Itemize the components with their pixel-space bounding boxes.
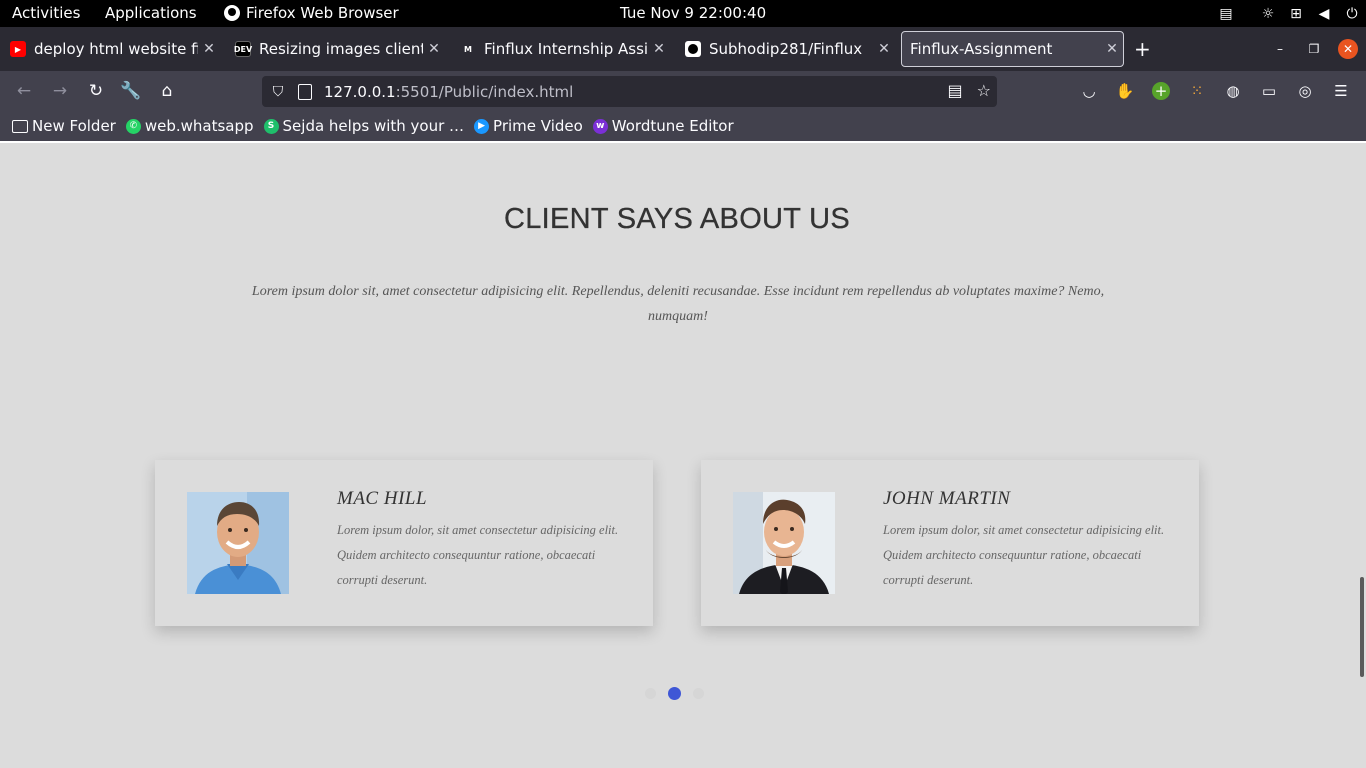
cookie-icon[interactable]: ◍ <box>1222 80 1244 102</box>
section-intro: Lorem ipsum dolor sit, amet consectetur … <box>251 284 1105 324</box>
system-top-bar: Activities Applications Firefox Web Brow… <box>0 0 1366 27</box>
avatar <box>733 492 835 594</box>
bookmark-label: Wordtune Editor <box>611 117 734 135</box>
page-info-icon[interactable] <box>298 83 312 100</box>
bookmark-prime-video[interactable]: ▶ Prime Video <box>474 117 583 135</box>
testimonial-card: MAC HILL Lorem ipsum dolor, sit amet con… <box>155 460 653 626</box>
tab-title: Resizing images client-sic <box>259 40 423 58</box>
clock[interactable]: Tue Nov 9 22:00:40 <box>620 4 766 22</box>
bookmark-label: Sejda helps with your … <box>282 117 465 135</box>
forward-button[interactable]: → <box>49 80 71 102</box>
pocket-icon[interactable]: ◡ <box>1078 80 1100 102</box>
carousel-pagination <box>645 687 704 700</box>
tab-deploy-html[interactable]: ▶ deploy html website firel ✕ <box>2 31 220 67</box>
close-tab-icon[interactable]: ✕ <box>873 41 895 57</box>
gnome-extension-icon[interactable]: ✋ <box>1114 80 1136 102</box>
screen-icon[interactable]: ▭ <box>1258 80 1280 102</box>
brightness-icon[interactable]: ☼ <box>1254 6 1282 22</box>
close-tab-icon[interactable]: ✕ <box>198 41 220 57</box>
url-path: :5501/Public/index.html <box>395 82 574 101</box>
close-tab-icon[interactable]: ✕ <box>1101 41 1123 57</box>
testimonial-name: JOHN MARTIN <box>883 488 1011 509</box>
add-extension-icon[interactable]: + <box>1152 82 1170 100</box>
gmail-icon: M <box>464 44 472 54</box>
back-button[interactable]: ← <box>13 80 35 102</box>
close-tab-icon[interactable]: ✕ <box>648 41 670 57</box>
wrench-icon[interactable]: 🔧 <box>120 80 142 102</box>
folder-icon <box>12 119 28 133</box>
system-tray[interactable]: ▤ ☼ ⊞ ◀ ⏻ <box>1212 0 1366 27</box>
testimonial-carousel: MAC HILL Lorem ipsum dolor, sit amet con… <box>130 443 1222 663</box>
home-button[interactable]: ⌂ <box>156 80 178 102</box>
bookmarks-toolbar: New Folder ✆ web.whatsapp S Sejda helps wi… <box>0 111 1366 141</box>
activities-button[interactable]: Activities <box>12 4 80 22</box>
testimonial-name: MAC HILL <box>337 488 428 509</box>
sync-icon[interactable]: ◎ <box>1294 80 1316 102</box>
address-bar[interactable]: ⛉ 127.0.0.1:5501/Public/index.html ▤ ☆ <box>262 76 997 107</box>
testimonial-text: Lorem ipsum dolor, sit amet consectetur … <box>337 523 619 587</box>
tab-title: Finflux Internship Assign <box>484 40 648 58</box>
volume-icon[interactable]: ◀ <box>1310 6 1338 22</box>
carousel-dot-2[interactable] <box>668 687 681 700</box>
minimize-button[interactable]: – <box>1270 39 1290 59</box>
page-content: CLIENT SAYS ABOUT US Lorem ipsum dolor s… <box>0 141 1366 768</box>
bookmark-label: Prime Video <box>493 117 583 135</box>
dev-icon: DEV <box>234 41 252 57</box>
section-title: CLIENT SAYS ABOUT US <box>503 203 851 235</box>
bookmark-label: web.whatsapp <box>144 117 254 135</box>
tab-finflux-assignment[interactable]: Finflux-Assignment ✕ <box>901 31 1124 67</box>
reader-view-icon[interactable]: ▤ <box>948 81 963 100</box>
power-icon[interactable]: ⏻ <box>1338 6 1366 22</box>
whatsapp-icon: ✆ <box>125 118 141 134</box>
avatar <box>187 492 289 594</box>
prime-video-icon: ▶ <box>474 118 490 134</box>
youtube-icon: ▶ <box>10 41 26 57</box>
tab-strip: ▶ deploy html website firel ✕ DEV Resizi… <box>0 27 1366 71</box>
bookmark-wordtune[interactable]: w Wordtune Editor <box>592 117 734 135</box>
url-host: 127.0.0.1 <box>324 82 396 101</box>
applications-menu[interactable]: Applications <box>105 4 197 22</box>
tab-finflux-internship[interactable]: M Finflux Internship Assign ✕ <box>452 31 670 67</box>
close-tab-icon[interactable]: ✕ <box>423 41 445 57</box>
close-window-button[interactable]: ✕ <box>1338 39 1358 59</box>
sejda-icon: S <box>263 118 279 134</box>
tab-resizing-images[interactable]: DEV Resizing images client-sic ✕ <box>227 31 445 67</box>
tab-title: deploy html website firel <box>34 40 198 58</box>
tab-title: Finflux-Assignment <box>910 40 1053 58</box>
menu-icon[interactable]: ☰ <box>1330 80 1352 102</box>
firefox-icon <box>224 5 240 21</box>
tab-github-finflux[interactable]: Subhodip281/Finflux ✕ <box>677 31 895 67</box>
github-icon <box>685 41 701 57</box>
url-text[interactable]: 127.0.0.1:5501/Public/index.html <box>324 83 573 101</box>
carousel-dot-1[interactable] <box>645 688 656 699</box>
page-scrollbar[interactable] <box>1360 577 1364 677</box>
app-name: Firefox Web Browser <box>246 4 399 22</box>
reload-button[interactable]: ↻ <box>85 80 107 102</box>
app-menu[interactable]: Firefox Web Browser <box>224 4 399 22</box>
urlbar-actions: ▤ ☆ <box>948 81 991 100</box>
new-tab-button[interactable]: + <box>1134 39 1151 59</box>
extension-toolbar: ◡ ✋ + ⁙ ◍ ▭ ◎ ☰ <box>1078 80 1352 102</box>
clipboard-icon[interactable]: ▤ <box>1212 6 1240 22</box>
bookmark-label: New Folder <box>32 117 116 135</box>
testimonial-text: Lorem ipsum dolor, sit amet consectetur … <box>883 523 1165 587</box>
maximize-button[interactable]: ❐ <box>1304 39 1324 59</box>
wordtune-icon: w <box>592 118 608 134</box>
apps-grid-icon[interactable]: ⁙ <box>1186 80 1208 102</box>
network-icon[interactable]: ⊞ <box>1282 6 1310 22</box>
carousel-dot-3[interactable] <box>693 688 704 699</box>
tab-title: Subhodip281/Finflux <box>709 40 863 58</box>
testimonial-card: JOHN MARTIN Lorem ipsum dolor, sit amet … <box>701 460 1199 626</box>
bookmark-star-icon[interactable]: ☆ <box>977 81 991 100</box>
navigation-toolbar: ← → ↻ 🔧 ⌂ ⛉ 127.0.0.1:5501/Public/index.… <box>0 71 1366 111</box>
bookmark-whatsapp[interactable]: ✆ web.whatsapp <box>125 117 254 135</box>
bookmark-new-folder[interactable]: New Folder <box>12 117 116 135</box>
bookmark-sejda[interactable]: S Sejda helps with your … <box>263 117 465 135</box>
window-controls: – ❐ ✕ <box>1270 39 1358 59</box>
shield-icon[interactable]: ⛉ <box>270 84 286 100</box>
